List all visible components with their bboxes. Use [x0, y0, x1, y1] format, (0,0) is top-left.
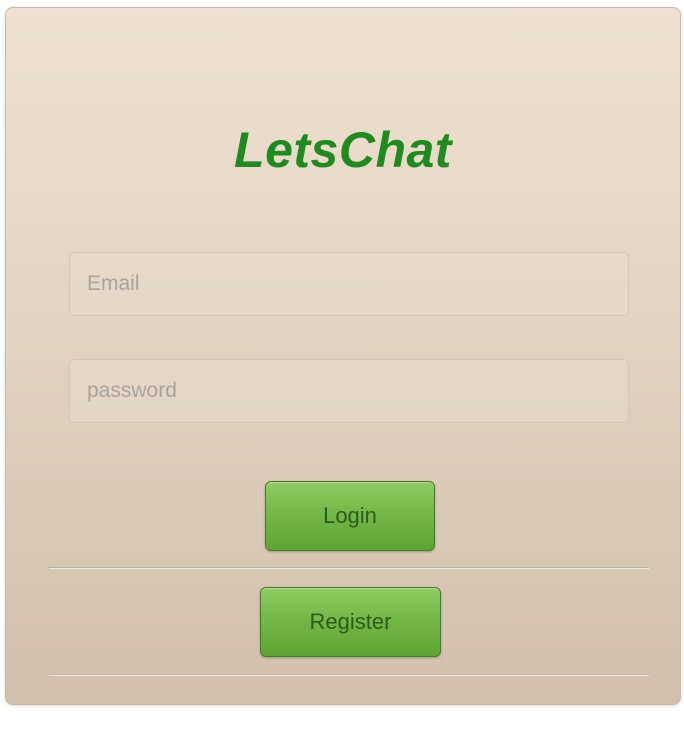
login-button[interactable]: Login — [265, 481, 435, 551]
email-field[interactable] — [69, 252, 629, 316]
login-panel: LetsChat Login Register — [5, 7, 681, 705]
divider — [49, 674, 649, 676]
divider — [49, 567, 649, 569]
register-button[interactable]: Register — [260, 587, 441, 657]
app-logo-title: LetsChat — [234, 122, 452, 178]
password-field[interactable] — [69, 359, 629, 423]
